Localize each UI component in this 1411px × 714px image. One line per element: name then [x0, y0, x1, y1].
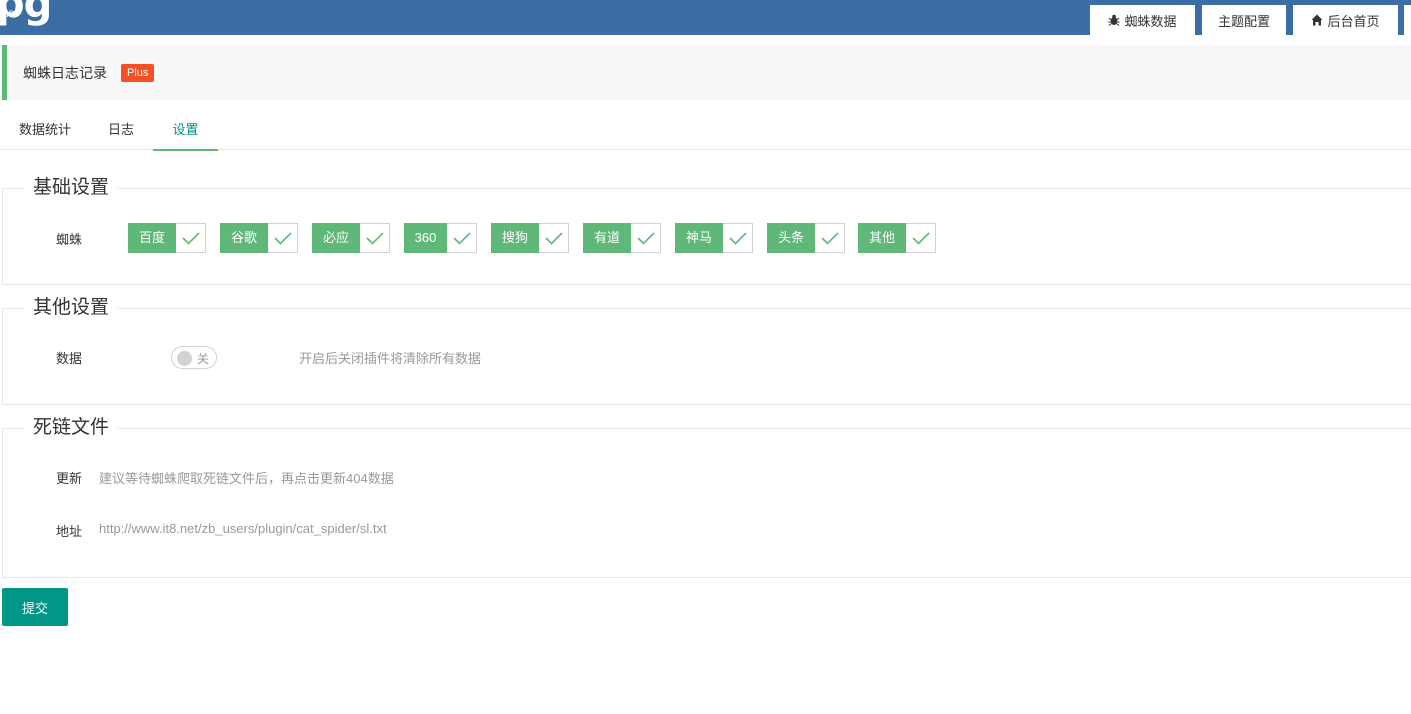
- tab-statistics[interactable]: 数据统计: [0, 110, 90, 150]
- switch-state-text: 关: [197, 352, 210, 366]
- nav-overflow-button[interactable]: [1404, 5, 1411, 35]
- check-icon: [631, 223, 661, 253]
- deadlink-legend: 死链文件: [25, 416, 118, 440]
- update-hint-link[interactable]: 建议等待蜘蛛爬取死链文件后，再点击更新404数据: [99, 468, 394, 487]
- spider-checkbox-5[interactable]: 有道: [583, 223, 661, 253]
- spider-checkbox-0[interactable]: 百度: [128, 223, 206, 253]
- spider-checkbox-2[interactable]: 必应: [312, 223, 390, 253]
- other-settings-section: 其他设置 数据 关 开启后关闭插件将清除所有数据: [2, 296, 1411, 405]
- check-icon: [447, 223, 477, 253]
- spider-checkbox-4[interactable]: 搜狗: [491, 223, 569, 253]
- spider-checkbox-label: 神马: [675, 223, 723, 253]
- tab-log[interactable]: 日志: [90, 110, 152, 150]
- nav-spider-data-button[interactable]: 蜘蛛数据: [1090, 5, 1195, 35]
- check-icon: [906, 223, 936, 253]
- spider-label: 蜘蛛: [56, 232, 83, 247]
- basic-settings-section: 基础设置 蜘蛛 百度 谷歌 必应 360 搜狗 有道 神马 头条 其他: [2, 176, 1411, 285]
- spider-checkbox-3[interactable]: 360: [404, 223, 477, 253]
- spider-checkbox-label: 谷歌: [220, 223, 268, 253]
- spider-icon: [1108, 14, 1120, 26]
- clear-data-switch[interactable]: 关: [171, 346, 217, 369]
- clear-data-hint: 开启后关闭插件将清除所有数据: [299, 351, 482, 366]
- check-icon: [268, 223, 298, 253]
- deadlink-address-link[interactable]: http://www.it8.net/zb_users/plugin/cat_s…: [99, 521, 387, 536]
- address-label: 地址: [56, 524, 83, 539]
- spider-checkbox-label: 搜狗: [491, 223, 539, 253]
- spider-checkbox-label: 其他: [858, 223, 906, 253]
- update-label: 更新: [56, 471, 83, 486]
- spider-checkbox-label: 百度: [128, 223, 176, 253]
- check-icon: [360, 223, 390, 253]
- nav-spider-data-label: 蜘蛛数据: [1124, 13, 1177, 29]
- nav-theme-config-button[interactable]: 主题配置: [1202, 5, 1286, 35]
- spider-checkbox-8[interactable]: 其他: [858, 223, 936, 253]
- check-icon: [539, 223, 569, 253]
- basic-settings-legend: 基础设置: [25, 176, 118, 200]
- tab-bar: 数据统计 日志 设置: [0, 110, 1411, 151]
- spider-checkbox-label: 360: [404, 223, 447, 253]
- nav-admin-home-button[interactable]: 后台首页: [1293, 5, 1398, 35]
- home-icon: [1311, 14, 1323, 26]
- nav-admin-home-label: 后台首页: [1327, 13, 1380, 29]
- nav-theme-config-label: 主题配置: [1217, 13, 1270, 29]
- data-label: 数据: [56, 351, 83, 366]
- switch-knob: [177, 351, 192, 366]
- spider-checkbox-6[interactable]: 神马: [675, 223, 753, 253]
- check-icon: [815, 223, 845, 253]
- plus-badge: Plus: [121, 63, 155, 82]
- spider-checkbox-label: 有道: [583, 223, 631, 253]
- spider-checkbox-1[interactable]: 谷歌: [220, 223, 298, 253]
- check-icon: [723, 223, 753, 253]
- tab-settings[interactable]: 设置: [153, 110, 218, 151]
- deadlink-section: 死链文件 更新 建议等待蜘蛛爬取死链文件后，再点击更新404数据 地址 http…: [2, 416, 1411, 578]
- top-header: pg HP 蜘蛛数据 主题配置 后台首页: [0, 0, 1411, 35]
- other-settings-legend: 其他设置: [25, 296, 118, 320]
- logo-subtext: HP: [2, 10, 15, 20]
- submit-button[interactable]: 提交: [2, 588, 68, 626]
- spider-checkbox-label: 头条: [767, 223, 815, 253]
- spider-checkbox-7[interactable]: 头条: [767, 223, 845, 253]
- check-icon: [176, 223, 206, 253]
- page-title-bar: 蜘蛛日志记录 Plus: [2, 45, 1411, 100]
- page-title: 蜘蛛日志记录: [23, 64, 107, 81]
- spider-checkbox-label: 必应: [312, 223, 360, 253]
